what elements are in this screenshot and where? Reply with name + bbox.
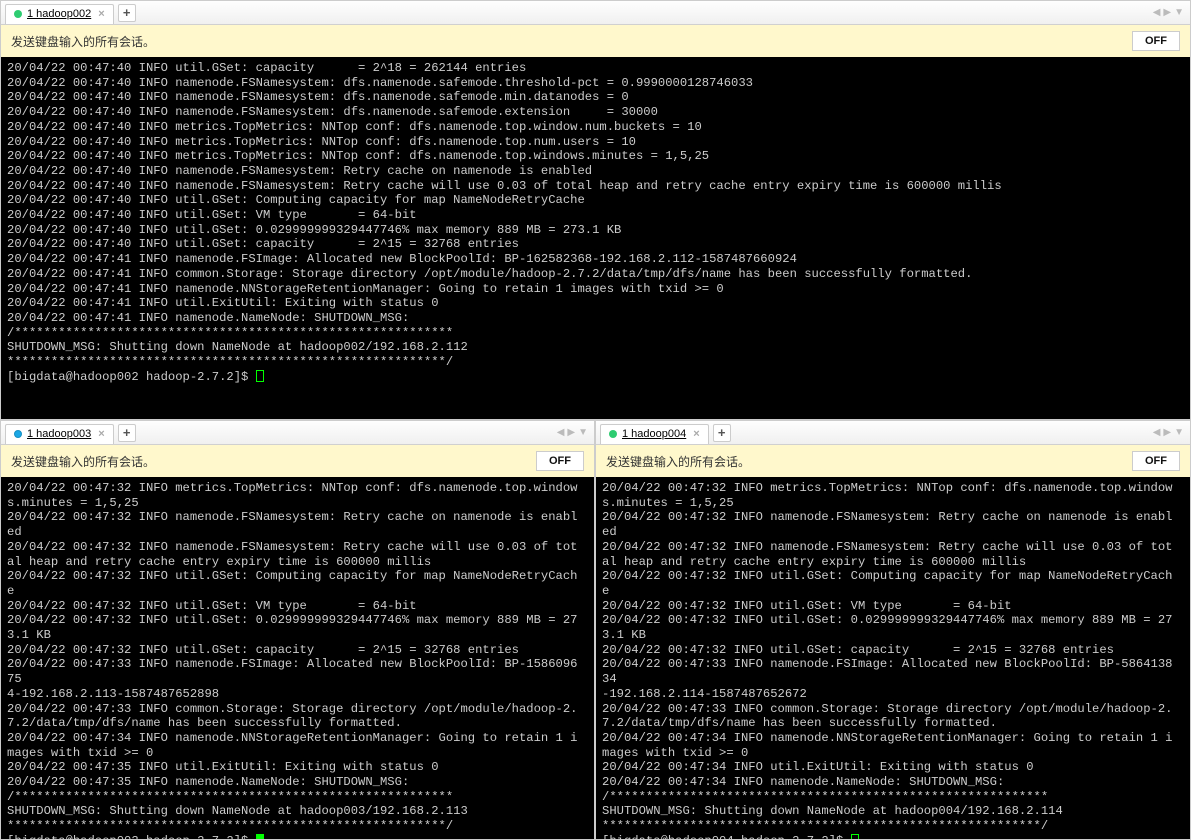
pane-hadoop004: 1 hadoop004 × + ◀ ▶ ▼ 发送键盘输入的所有会话。 OFF 2… — [595, 420, 1191, 840]
tab-dropdown-icon[interactable]: ▼ — [578, 427, 588, 438]
tabbar-top: 1 hadoop002 × + ◀ ▶ ▼ — [1, 1, 1190, 25]
off-button[interactable]: OFF — [536, 451, 584, 471]
cursor-icon — [256, 834, 264, 839]
tab-hadoop004[interactable]: 1 hadoop004 × — [600, 424, 709, 444]
status-dot-icon — [14, 430, 22, 438]
banner-text: 发送键盘输入的所有会话。 — [11, 33, 155, 50]
new-tab-button[interactable]: + — [118, 424, 136, 442]
status-dot-icon — [609, 430, 617, 438]
terminal-hadoop003[interactable]: 20/04/22 00:47:32 INFO metrics.TopMetric… — [1, 477, 594, 839]
broadcast-banner: 发送键盘输入的所有会话。 OFF — [1, 25, 1190, 57]
banner-text: 发送键盘输入的所有会话。 — [11, 453, 155, 470]
tab-prev-icon[interactable]: ◀ — [557, 427, 565, 438]
new-tab-button[interactable]: + — [713, 424, 731, 442]
close-icon[interactable]: × — [98, 428, 104, 440]
close-icon[interactable]: × — [693, 428, 699, 440]
terminal-hadoop002[interactable]: 20/04/22 00:47:40 INFO util.GSet: capaci… — [1, 57, 1190, 419]
cursor-icon — [851, 834, 859, 839]
status-dot-icon — [14, 10, 22, 18]
off-button[interactable]: OFF — [1132, 31, 1180, 51]
tab-next-icon[interactable]: ▶ — [1163, 427, 1171, 438]
pane-hadoop003: 1 hadoop003 × + ◀ ▶ ▼ 发送键盘输入的所有会话。 OFF 2… — [0, 420, 595, 840]
tab-prev-icon[interactable]: ◀ — [1153, 427, 1161, 438]
tabbar-br: 1 hadoop004 × + ◀ ▶ ▼ — [596, 421, 1190, 445]
tab-label: 1 hadoop003 — [27, 428, 91, 440]
tab-label: 1 hadoop002 — [27, 8, 91, 20]
broadcast-banner: 发送键盘输入的所有会话。 OFF — [596, 445, 1190, 477]
tab-hadoop002[interactable]: 1 hadoop002 × — [5, 4, 114, 24]
tabbar-bl: 1 hadoop003 × + ◀ ▶ ▼ — [1, 421, 594, 445]
close-icon[interactable]: × — [98, 8, 104, 20]
new-tab-button[interactable]: + — [118, 4, 136, 22]
off-button[interactable]: OFF — [1132, 451, 1180, 471]
terminal-hadoop004[interactable]: 20/04/22 00:47:32 INFO metrics.TopMetric… — [596, 477, 1190, 839]
broadcast-banner: 发送键盘输入的所有会话。 OFF — [1, 445, 594, 477]
tab-prev-icon[interactable]: ◀ — [1153, 7, 1161, 18]
tab-dropdown-icon[interactable]: ▼ — [1174, 427, 1184, 438]
banner-text: 发送键盘输入的所有会话。 — [606, 453, 750, 470]
tab-nav: ◀ ▶ ▼ — [1149, 7, 1188, 18]
tab-dropdown-icon[interactable]: ▼ — [1174, 7, 1184, 18]
cursor-icon — [256, 370, 264, 382]
tab-label: 1 hadoop004 — [622, 428, 686, 440]
tab-next-icon[interactable]: ▶ — [1163, 7, 1171, 18]
tab-hadoop003[interactable]: 1 hadoop003 × — [5, 424, 114, 444]
tab-nav: ◀ ▶ ▼ — [1149, 427, 1188, 438]
tab-nav: ◀ ▶ ▼ — [553, 427, 592, 438]
pane-hadoop002: 1 hadoop002 × + ◀ ▶ ▼ 发送键盘输入的所有会话。 OFF 2… — [0, 0, 1191, 420]
tab-next-icon[interactable]: ▶ — [567, 427, 575, 438]
